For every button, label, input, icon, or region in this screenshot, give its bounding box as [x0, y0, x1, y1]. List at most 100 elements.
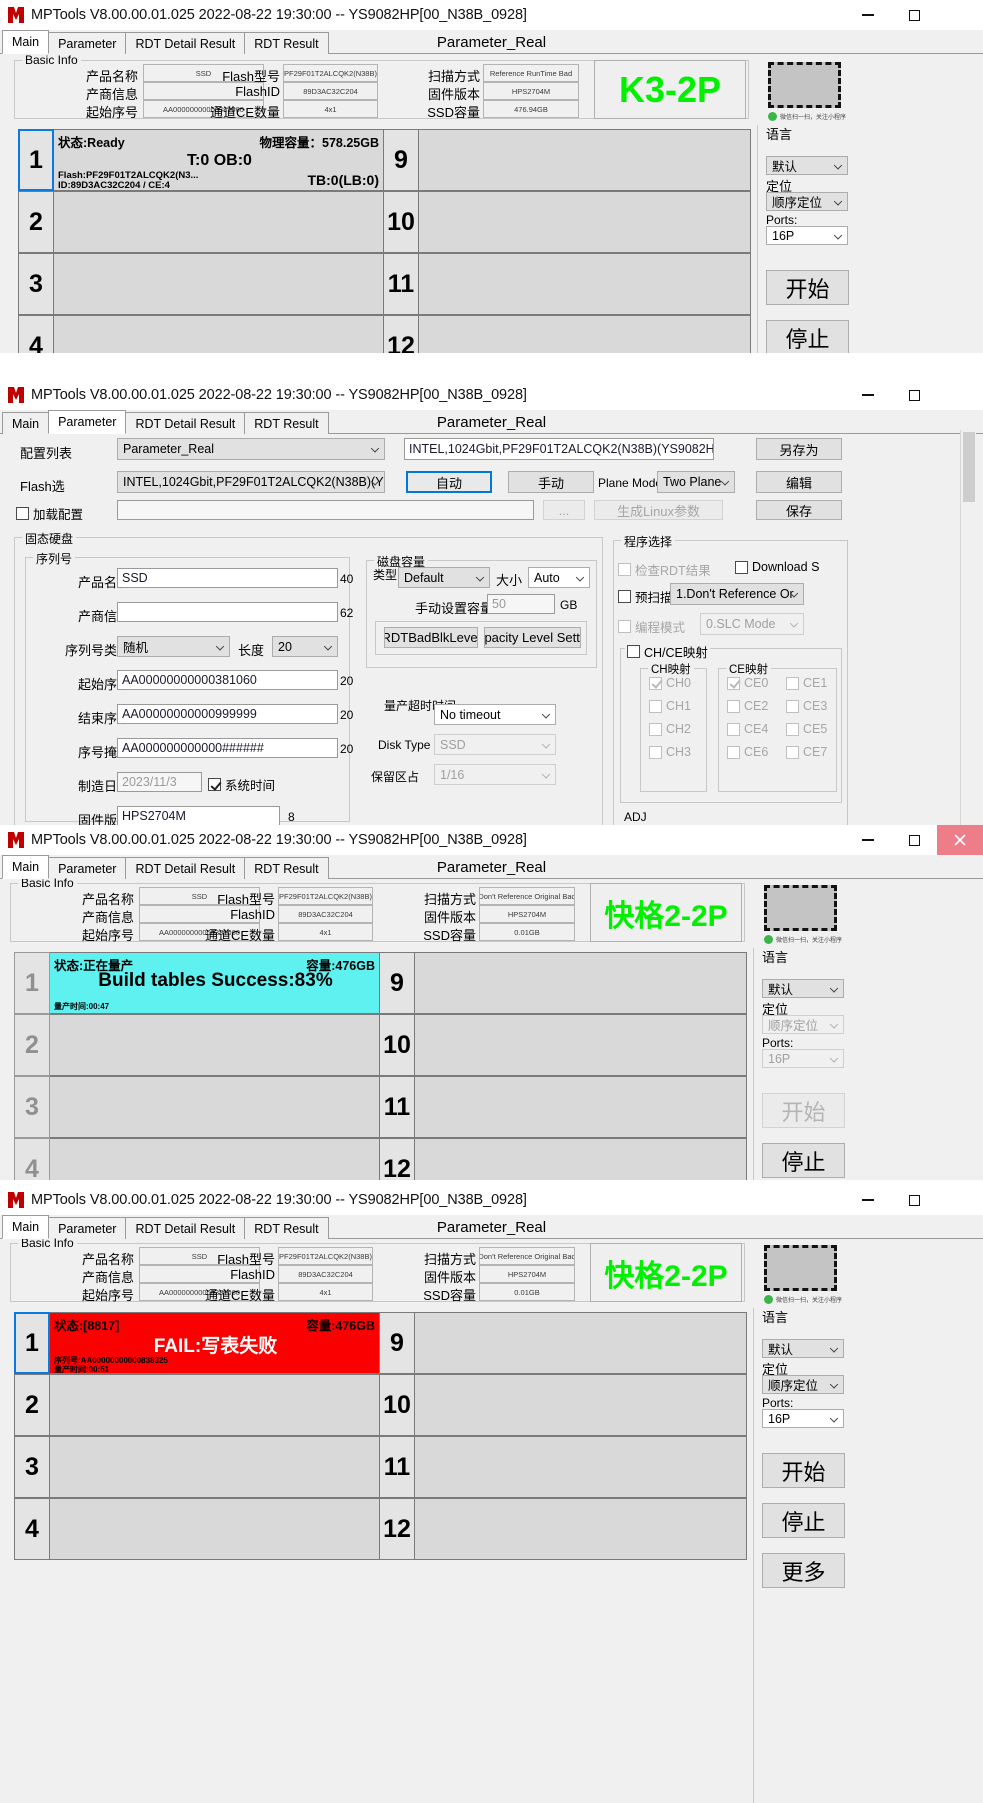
tab-main[interactable]: Main: [2, 412, 50, 434]
maximize-button[interactable]: [891, 380, 937, 410]
ce5-checkbox[interactable]: CE5: [786, 722, 827, 736]
slot-2-w3[interactable]: 2: [14, 1014, 382, 1076]
ce3-checkbox[interactable]: CE3: [786, 699, 827, 713]
edit-button[interactable]: 编辑: [756, 471, 842, 493]
system-time-checkbox[interactable]: 系统时间: [208, 775, 275, 794]
ce0-checkbox[interactable]: CE0: [727, 676, 768, 690]
maximize-button[interactable]: [891, 1185, 937, 1215]
minimize-button[interactable]: [845, 825, 891, 855]
slot-2-w4[interactable]: 2: [14, 1374, 382, 1436]
slot-9-w3[interactable]: 9: [379, 952, 747, 1014]
slot-4-w1[interactable]: 4: [18, 315, 386, 353]
config-list-select[interactable]: Parameter_Real: [117, 438, 385, 460]
slot-11-w3[interactable]: 11: [379, 1076, 747, 1138]
check-rdt-result-checkbox[interactable]: 检查RDT结果: [618, 560, 711, 579]
slot-3-w3[interactable]: 3: [14, 1076, 382, 1138]
slot-11-w1[interactable]: 11: [383, 253, 751, 315]
ports-select-w1[interactable]: 16P: [766, 226, 848, 245]
tab-rdt-detail-result[interactable]: RDT Detail Result: [125, 32, 246, 54]
close-button[interactable]: [937, 1185, 983, 1215]
language-select-w3[interactable]: 默认: [762, 979, 844, 998]
tab-rdt-detail-result[interactable]: RDT Detail Result: [125, 1217, 246, 1239]
manual-capacity-input[interactable]: 50: [487, 594, 555, 614]
vertical-scrollbar-w2[interactable]: [960, 430, 976, 830]
auto-button[interactable]: 自动: [406, 471, 492, 493]
start-sn-input[interactable]: AA00000000000381060: [117, 670, 338, 690]
end-sn-input[interactable]: AA00000000000999999: [117, 704, 338, 724]
locate-select-w1[interactable]: 顺序定位: [766, 192, 848, 211]
stop-button-w1[interactable]: 停止: [766, 320, 849, 353]
fw-version-input[interactable]: HPS2704M: [117, 806, 280, 826]
plane-mode-select[interactable]: Two Plane: [657, 471, 735, 493]
tab-rdt-detail-result[interactable]: RDT Detail Result: [125, 857, 246, 879]
slot-10-w3[interactable]: 10: [379, 1014, 747, 1076]
language-select-w1[interactable]: 默认: [766, 156, 848, 175]
slot-2-w1[interactable]: 2: [18, 191, 386, 253]
close-button[interactable]: [937, 825, 983, 855]
rdt-badblk-level-button[interactable]: RDTBadBlkLevel: [384, 627, 478, 648]
chce-map-checkbox[interactable]: CH/CE映射: [625, 642, 710, 661]
gen-linux-params-button[interactable]: 生成Linux参数: [594, 500, 723, 520]
ch0-checkbox[interactable]: CH0: [649, 676, 691, 690]
minimize-button[interactable]: [845, 1185, 891, 1215]
load-config-checkbox[interactable]: 加载配置: [16, 504, 83, 523]
start-button-w1[interactable]: 开始: [766, 270, 849, 305]
slot-4-w4[interactable]: 4: [14, 1498, 382, 1560]
start-button-w4[interactable]: 开始: [762, 1453, 845, 1488]
manual-button[interactable]: 手动: [508, 471, 594, 493]
prescan-checkbox[interactable]: 预扫描: [618, 587, 673, 606]
config-name-input[interactable]: INTEL,1024Gbit,PF29F01T2ALCQK2(N38B)(YS9…: [404, 438, 714, 460]
save-button[interactable]: 保存: [756, 500, 842, 520]
ce1-checkbox[interactable]: CE1: [786, 676, 827, 690]
ch2-checkbox[interactable]: CH2: [649, 722, 691, 736]
slot-9-w1[interactable]: 9: [383, 129, 751, 191]
ch1-checkbox[interactable]: CH1: [649, 699, 691, 713]
mfg-date-input[interactable]: 2023/11/3: [117, 772, 202, 792]
load-config-path-input[interactable]: [117, 500, 534, 520]
slot-3-w1[interactable]: 3: [18, 253, 386, 315]
product-name-input[interactable]: SSD: [117, 568, 338, 588]
ports-select-w3[interactable]: 16P: [762, 1049, 844, 1068]
start-button-w3[interactable]: 开始: [762, 1093, 845, 1128]
slot-1-w3[interactable]: 1 状态:正在量产 容量:476GB Build tables Success:…: [14, 952, 382, 1014]
slot-1-w4[interactable]: 1 状态:[8817] 容量:476GB FAIL:写表失败 序列号:AA000…: [14, 1312, 382, 1374]
close-button[interactable]: [937, 380, 983, 410]
browse-button[interactable]: ...: [543, 500, 585, 520]
prescan-select[interactable]: 1.Don't Reference Or: [670, 583, 804, 605]
tab-rdt-result[interactable]: RDT Result: [244, 1217, 329, 1239]
more-button-w4[interactable]: 更多: [762, 1553, 845, 1588]
program-mode-checkbox[interactable]: 编程模式: [618, 617, 685, 636]
tab-rdt-result[interactable]: RDT Result: [244, 412, 329, 434]
cap-size-select[interactable]: Auto: [528, 567, 590, 588]
ports-select-w4[interactable]: 16P: [762, 1409, 844, 1428]
program-mode-select[interactable]: 0.SLC Mode: [700, 613, 804, 635]
tab-rdt-result[interactable]: RDT Result: [244, 857, 329, 879]
slot-12-w1[interactable]: 12: [383, 315, 751, 353]
tab-parameter[interactable]: Parameter: [48, 410, 127, 434]
stop-button-w4[interactable]: 停止: [762, 1503, 845, 1538]
scrollbar-thumb[interactable]: [963, 432, 975, 502]
slot-12-w4[interactable]: 12: [379, 1498, 747, 1560]
minimize-button[interactable]: [845, 0, 891, 30]
ch3-checkbox[interactable]: CH3: [649, 745, 691, 759]
sn-length-select[interactable]: 20: [272, 636, 338, 657]
sn-mask-input[interactable]: AA000000000000######: [117, 738, 338, 758]
slot-12-w3[interactable]: 12: [379, 1138, 747, 1180]
ce7-checkbox[interactable]: CE7: [786, 745, 827, 759]
language-select-w4[interactable]: 默认: [762, 1339, 844, 1358]
cap-type-select[interactable]: Default: [398, 567, 490, 588]
stop-button-w3[interactable]: 停止: [762, 1143, 845, 1178]
slot-9-w4[interactable]: 9: [379, 1312, 747, 1374]
slot-11-w4[interactable]: 11: [379, 1436, 747, 1498]
tab-main[interactable]: Main: [2, 855, 50, 879]
download-s-checkbox[interactable]: Download S: [735, 560, 819, 574]
tab-rdt-detail-result[interactable]: RDT Detail Result: [125, 412, 246, 434]
slot-1-w1[interactable]: 1 状态:Ready 物理容量：578.25GB T:0 OB:0 Flash:…: [18, 129, 386, 191]
capacity-level-setting-button[interactable]: Capacity Level Setting: [484, 627, 581, 648]
maximize-button[interactable]: [891, 825, 937, 855]
slot-4-w3[interactable]: 4: [14, 1138, 382, 1180]
tab-main[interactable]: Main: [2, 1215, 50, 1239]
tab-rdt-result[interactable]: RDT Result: [244, 32, 329, 54]
mass-timeout-select[interactable]: No timeout: [434, 704, 556, 725]
ce2-checkbox[interactable]: CE2: [727, 699, 768, 713]
